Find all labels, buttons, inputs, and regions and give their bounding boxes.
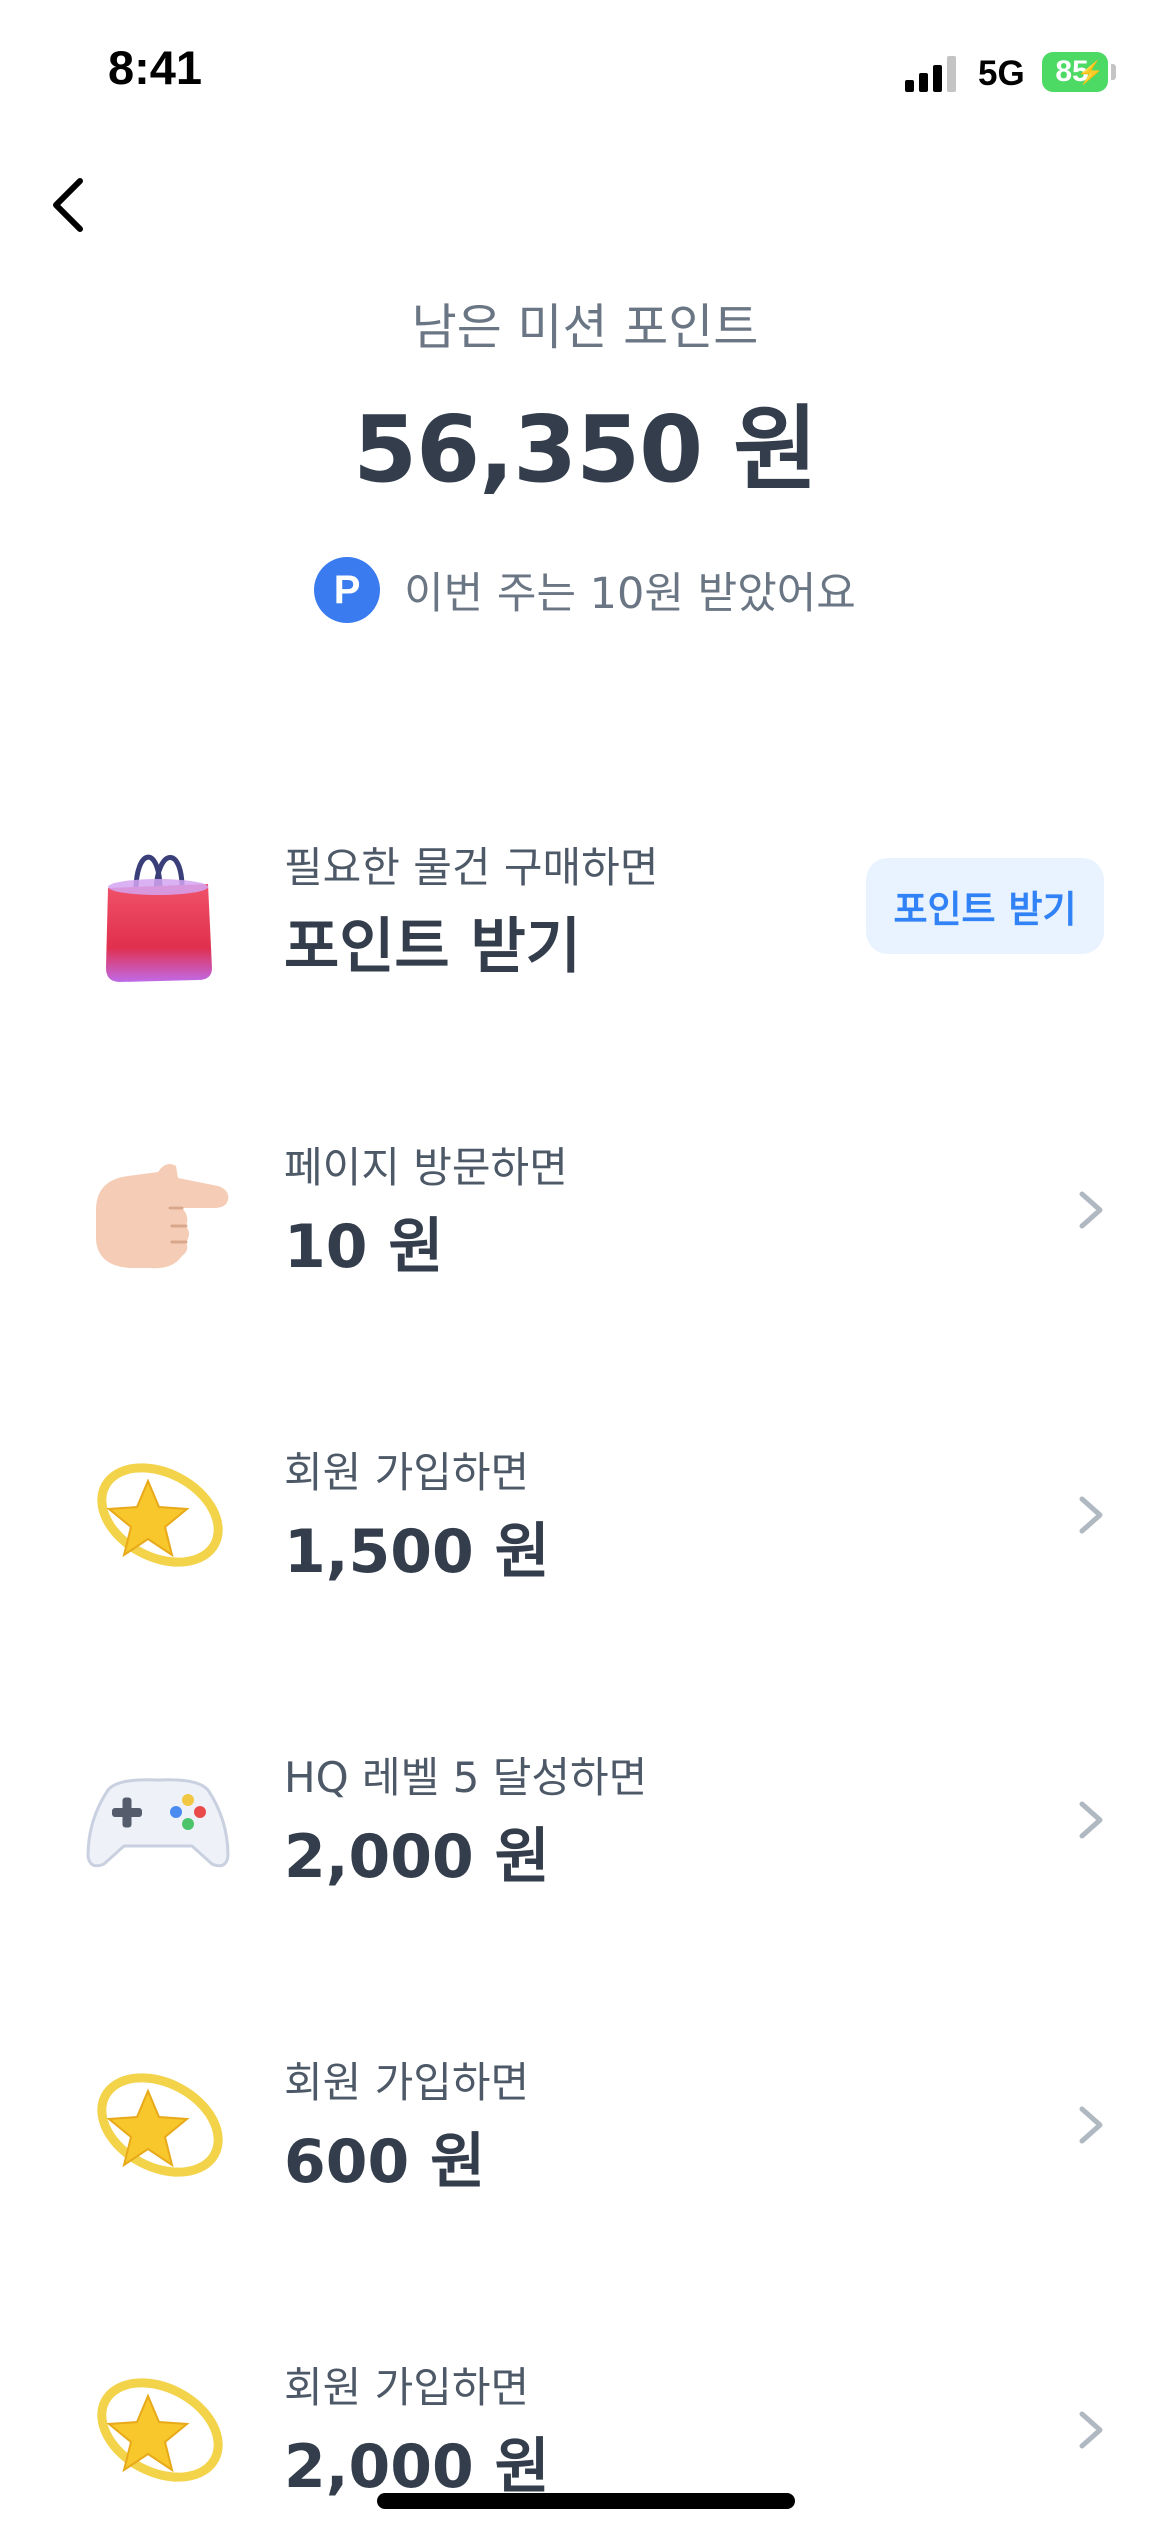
weekly-earned-row: P 이번 주는 10원 받았어요 — [0, 555, 1170, 625]
mission-item-signup[interactable]: 회원 가입하면 1,500 원 — [0, 1415, 1170, 1615]
shopping-bag-icon — [106, 854, 212, 982]
mission-item-hq-level[interactable]: HQ 레벨 5 달성하면 2,000 원 — [0, 1720, 1170, 1920]
mission-title: 포인트 받기 — [284, 912, 581, 982]
mission-item-page-visit[interactable]: 페이지 방문하면 10 원 — [0, 1110, 1170, 1310]
chevron-left-icon — [53, 178, 83, 232]
network-type-label: 5G — [978, 54, 1025, 93]
mission-item-signup[interactable]: 회원 가입하면 600 원 — [0, 2025, 1170, 2225]
star-ring-icon — [97, 2073, 223, 2177]
mission-subtitle: HQ 레벨 5 달성하면 — [284, 1753, 648, 1802]
mission-item-purchase[interactable]: 필요한 물건 구매하면 포인트 받기 포인트 받기 — [0, 810, 1170, 1010]
chevron-right-icon — [1079, 1191, 1103, 1229]
pointing-hand-icon — [96, 1164, 229, 1269]
mission-title: 600 원 — [284, 2127, 486, 2197]
battery-icon: 85 ⚡ — [1042, 52, 1108, 92]
mission-title: 2,000 원 — [284, 2432, 550, 2502]
get-points-button[interactable]: 포인트 받기 — [866, 858, 1104, 954]
chevron-right-icon — [1079, 2106, 1103, 2144]
chevron-right-icon — [1079, 2411, 1103, 2449]
mission-subtitle: 회원 가입하면 — [284, 2058, 530, 2107]
status-bar: 8:41 5G 85 ⚡ — [0, 0, 1170, 150]
mission-subtitle: 회원 가입하면 — [284, 2363, 530, 2412]
mission-title: 10 원 — [284, 1212, 444, 1282]
game-controller-icon — [86, 1778, 230, 1868]
charging-bolt-icon: ⚡ — [1076, 60, 1104, 85]
mission-title: 2,000 원 — [284, 1822, 550, 1892]
mission-subtitle: 회원 가입하면 — [284, 1448, 530, 1497]
mission-subtitle: 필요한 물건 구매하면 — [284, 843, 659, 892]
star-ring-icon — [97, 1463, 223, 1567]
chevron-right-icon — [1079, 1801, 1103, 1839]
back-button[interactable] — [40, 165, 110, 245]
home-indicator[interactable] — [377, 2493, 795, 2509]
status-time: 8:41 — [108, 41, 203, 94]
point-badge-icon: P — [314, 557, 381, 623]
remaining-points-label: 남은 미션 포인트 — [411, 299, 759, 356]
mission-title: 1,500 원 — [284, 1517, 550, 1587]
mission-subtitle: 페이지 방문하면 — [284, 1143, 568, 1192]
chevron-right-icon — [1079, 1496, 1103, 1534]
star-ring-icon — [97, 2378, 223, 2482]
weekly-earned-text: 이번 주는 10원 받았어요 — [404, 569, 856, 619]
battery-tip — [1111, 64, 1116, 80]
remaining-points-amount: 56,350 원 — [353, 396, 818, 503]
cellular-signal-icon — [905, 56, 956, 92]
